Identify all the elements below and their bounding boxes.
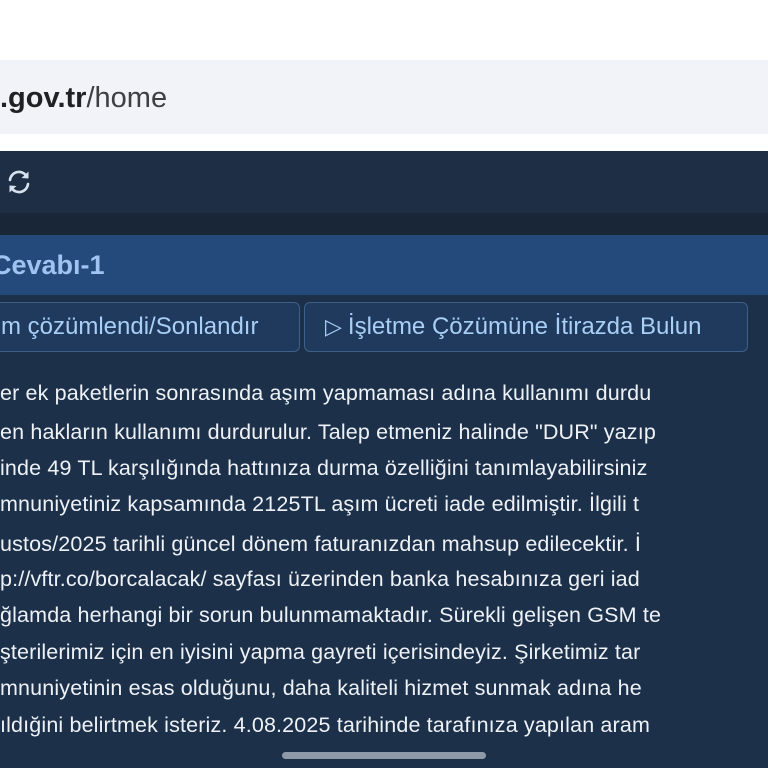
message-line: ıldığini belirtmek isteriz. 4.08.2025 ta… [0,713,651,737]
toolbar-spacer [0,213,768,235]
resolved-close-label: m çözümlendi/Sonlandır [1,313,259,340]
resolved-close-button[interactable]: m çözümlendi/Sonlandır [0,302,300,352]
object-resolution-button[interactable]: ▷ İşletme Çözümüne İtirazda Bulun [304,302,748,352]
play-icon: ▷ [325,314,342,339]
message-line: er ek paketlerin sonrasında aşım yapmama… [0,381,652,405]
response-title-bar: Cevabı-1 [0,235,768,295]
url-host: .gov.tr [0,82,87,114]
message-line: şterilerimiz için en iyisini yapma gayre… [0,640,641,664]
scroll-handle[interactable] [282,752,486,759]
panel-toolbar [0,151,768,213]
message-line: inde 49 TL karşılığında hattınıza durma … [0,456,648,480]
message-line: en hakların kullanımı durdurulur. Talep … [0,420,656,444]
message-line: ustos/2025 tarihli güncel dönem faturanı… [0,532,641,556]
message-line: p://vftr.co/borcalacak/ sayfası üzerinde… [0,567,640,591]
message-line: mnuniyetiniz kapsamında 2125TL aşım ücre… [0,492,640,516]
response-title: Cevabı-1 [0,250,105,280]
message-line: mnuniyetinin esas olduğunu, daha kalitel… [0,676,642,700]
message-line: ğlamda herhangi bir sorun bulunmamaktadı… [0,603,662,627]
object-resolution-label: İşletme Çözümüne İtirazda Bulun [347,313,702,340]
response-message: er ek paketlerin sonrasında aşım yapmama… [0,351,768,751]
url-text[interactable]: .gov.tr/home [0,78,167,118]
response-panel: Cevabı-1 m çözümlendi/Sonlandır ▷ İşletme… [0,151,768,768]
url-path: /home [86,82,168,114]
refresh-icon[interactable] [4,167,34,197]
